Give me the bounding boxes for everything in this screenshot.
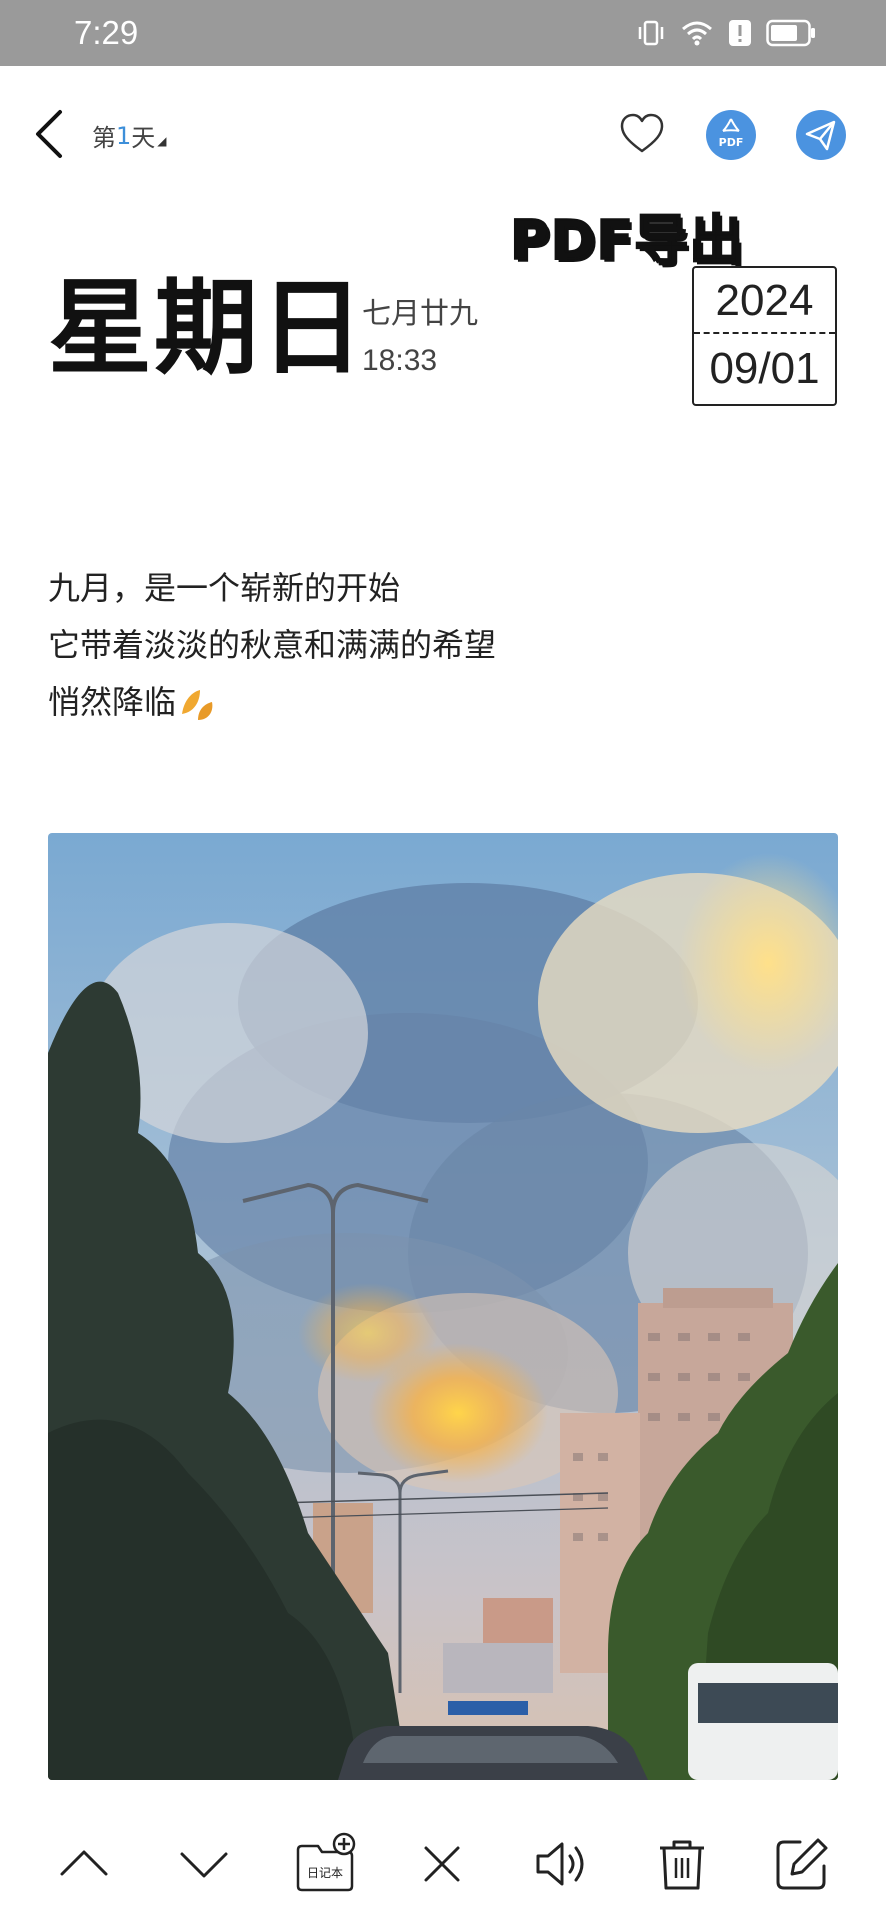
edit-icon [776,1838,828,1890]
previous-entry-button[interactable] [52,1832,116,1896]
wifi-icon [682,21,712,46]
diary-line: 它带着淡淡的秋意和满满的希望 [48,626,497,664]
close-button[interactable] [410,1832,474,1896]
date-year: 2024 [715,276,814,325]
pdf-button-label: PDF [718,136,744,149]
bottom-toolbar: 日记本 [0,1820,886,1910]
status-time: 7:29 [74,14,139,51]
close-icon [424,1846,460,1882]
heart-icon [620,113,664,153]
date-divider [694,332,835,334]
entry-photo[interactable] [48,833,838,1780]
pdf-export-annotation: PDF导出 [509,208,745,273]
status-bar: 7:29 [0,0,886,66]
diary-body[interactable]: 九月，是一个崭新的开始 它带着淡淡的秋意和满满的希望 悄然降临 [48,560,496,731]
diary-line: 九月，是一个崭新的开始 [48,569,401,607]
pdf-icon [722,118,740,132]
vibrate-icon [638,20,664,46]
speaker-icon [536,1842,584,1886]
back-button[interactable] [30,104,70,164]
sunset-street-image [48,833,838,1780]
diary-line-last: 悄然降临 [48,674,496,731]
day-prefix: 第 [92,124,116,152]
battery-icon [766,19,815,47]
day-number: 1 [116,121,132,150]
status-icons [636,16,816,50]
next-entry-button[interactable] [172,1832,236,1896]
date-month-day: 09/01 [709,344,820,393]
alert-icon [729,20,751,46]
back-icon [36,110,62,158]
entry-time: 18:33 [362,344,438,377]
send-icon [805,120,836,151]
day-counter[interactable]: 第 1 天 ◢ [92,118,167,153]
leaf-icon [182,690,213,720]
pdf-export-button[interactable]: PDF [706,110,756,160]
chevron-down-icon [180,1852,228,1878]
dropdown-triangle-icon: ◢ [157,133,167,148]
trash-icon [660,1840,704,1890]
edit-button[interactable] [770,1832,834,1896]
chevron-up-icon [60,1850,108,1876]
delete-button[interactable] [650,1832,714,1896]
read-aloud-button[interactable] [530,1832,594,1896]
favorite-button[interactable] [618,110,666,158]
notebook-button[interactable]: 日记本 [292,1832,362,1896]
share-button[interactable] [796,110,846,160]
diary-line-text: 悄然降临 [48,683,177,721]
day-suffix: 天 [131,124,156,152]
date-stamp: 2024 09/01 [692,266,837,406]
weekday-title: 星期日 [48,267,367,389]
notebook-label: 日记本 [306,1866,343,1880]
lunar-date: 七月廿九 [362,296,479,330]
